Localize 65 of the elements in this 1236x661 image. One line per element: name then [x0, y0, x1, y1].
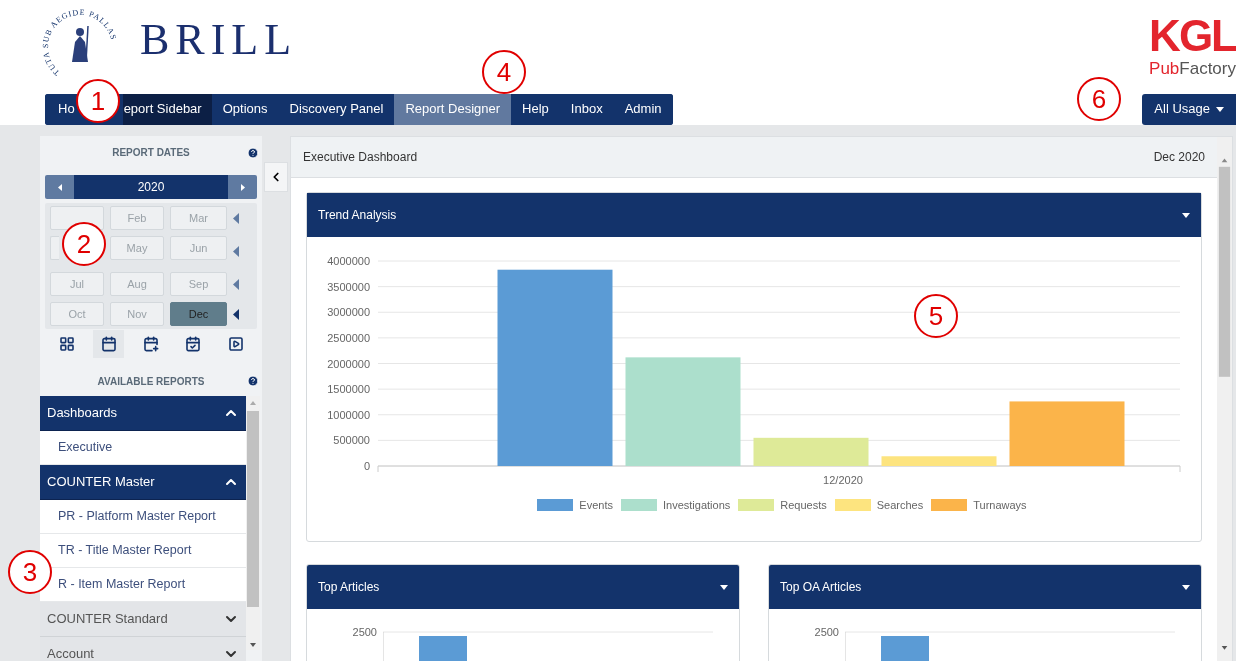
nav-tab[interactable]: Report Designer	[394, 93, 512, 125]
card-title: Top OA Articles	[780, 579, 862, 596]
usage-dropdown-button[interactable]: All Usage	[1142, 93, 1236, 125]
previous-year-button[interactable]	[45, 175, 74, 199]
report-group-header[interactable]: Dashboards	[40, 396, 246, 431]
scrollbar[interactable]	[246, 396, 260, 650]
axis-tick-label: 1000000	[327, 408, 370, 421]
axis-tick-label: 0	[363, 460, 370, 472]
card-title: Top Articles	[318, 579, 380, 596]
legend-label: Searches	[876, 498, 924, 513]
axis-tick-label: 2500000	[327, 331, 370, 344]
callout-number: 4	[482, 50, 526, 94]
help-icon[interactable]	[247, 375, 259, 387]
legend-label: Investigations	[663, 498, 731, 513]
legend-label: Turnaways	[973, 498, 1027, 513]
caret-icon	[1216, 106, 1224, 112]
callout-number: 1	[76, 79, 120, 123]
axis-tick-label: 4000000	[327, 255, 370, 267]
report-group-header[interactable]: COUNTER Master	[40, 465, 246, 500]
dashboard-title: Executive Dashboard	[303, 149, 418, 166]
card-title: Trend Analysis	[318, 207, 397, 224]
collapse-sidebar-button[interactable]	[264, 162, 288, 192]
callout-number: 6	[1077, 77, 1121, 121]
caret-icon	[1182, 212, 1190, 218]
legend-label: Requests	[780, 498, 827, 513]
view-tab[interactable]	[93, 330, 125, 358]
axis-tick-label: 2500	[813, 627, 840, 638]
select-row-icon[interactable]	[233, 308, 239, 320]
axis-tick-label: 3000000	[327, 306, 370, 319]
axis-tick-label: 1500000	[327, 383, 370, 396]
help-icon[interactable]	[247, 146, 259, 159]
report-link[interactable]: R - Item Master Report	[40, 568, 246, 602]
grid-icon	[58, 336, 75, 352]
report-group-header[interactable]: Account	[40, 637, 246, 661]
section-title: AVAILABLE REPORTS	[97, 374, 205, 389]
logo-text: KGL	[1149, 14, 1236, 58]
calendar-check-icon	[185, 336, 202, 352]
caret-icon	[720, 584, 728, 590]
month-button[interactable]	[50, 206, 104, 230]
axis-tick-label: 500000	[333, 434, 370, 447]
category-label: 12/2020	[823, 474, 863, 486]
year-label: 2020	[74, 175, 228, 199]
report-group-header[interactable]: COUNTER Standard	[40, 602, 246, 637]
report-link[interactable]: TR - Title Master Report	[40, 534, 246, 568]
left-arrow-icon	[57, 183, 62, 191]
logo-subtitle: PubFactory	[1149, 60, 1236, 77]
section-title: REPORT DATES	[112, 146, 190, 160]
right-arrow-icon	[240, 183, 245, 191]
calendar-icon	[100, 336, 117, 352]
period-label: Dec 2020	[1153, 149, 1205, 166]
caret-icon	[1182, 584, 1190, 590]
scrollbar[interactable]	[1217, 137, 1232, 661]
report-link[interactable]: PR - Platform Master Report	[40, 500, 246, 534]
play-icon	[227, 336, 244, 352]
nav-tab[interactable]: eport Sidebar	[122, 93, 212, 125]
axis-tick-label: 2500	[351, 627, 378, 638]
report-link[interactable]: Executive	[40, 431, 246, 465]
axis-tick-label: 3500000	[327, 280, 370, 293]
brand-logo-text: BRILL	[140, 18, 298, 62]
month-button[interactable]: Dec	[170, 302, 227, 326]
nav-tab[interactable]: Ho	[45, 93, 77, 125]
legend-label: Events	[579, 498, 613, 513]
axis-tick-label: 2000000	[327, 357, 370, 370]
next-year-button[interactable]	[228, 175, 257, 199]
calendar-plus-icon	[143, 336, 159, 352]
